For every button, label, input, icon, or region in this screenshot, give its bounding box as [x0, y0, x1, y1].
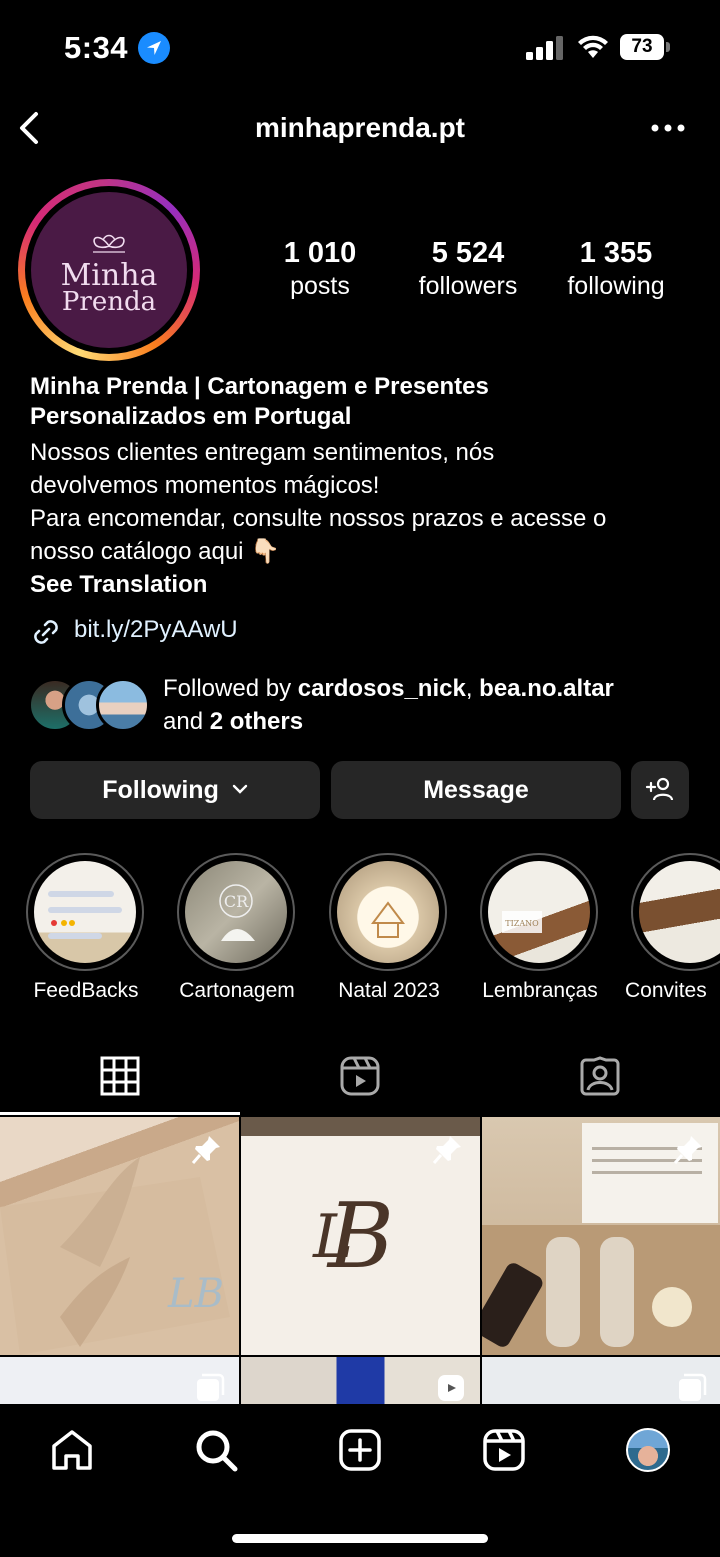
post-thumbnail[interactable]: LB — [0, 1117, 239, 1355]
see-translation-link[interactable]: See Translation — [30, 568, 700, 601]
profile-tabs — [0, 1040, 720, 1116]
highlight-label: FeedBacks — [33, 979, 139, 1002]
more-horizontal-icon[interactable] — [650, 120, 686, 136]
following-button[interactable]: Following — [30, 761, 320, 819]
brand-logo: Minha Prenda — [31, 192, 187, 348]
tab-tagged[interactable] — [480, 1040, 720, 1116]
avatar — [96, 678, 150, 732]
wifi-icon — [578, 35, 608, 58]
posts-label: posts — [290, 272, 350, 300]
post-thumbnail[interactable] — [482, 1117, 720, 1355]
chevron-down-icon — [232, 785, 247, 795]
grid-icon — [100, 1056, 140, 1096]
pin-icon — [673, 1136, 702, 1164]
pin-icon — [191, 1136, 220, 1164]
battery-level: 73 — [620, 34, 664, 60]
followers-count: 5 524 — [431, 237, 505, 269]
followers-label: followers — [418, 272, 518, 300]
stat-followers[interactable]: 5 524 followers — [388, 236, 548, 302]
post-thumbnail[interactable] — [482, 1357, 720, 1407]
active-tab-indicator — [0, 1112, 240, 1115]
tab-reels[interactable] — [240, 1040, 480, 1116]
profile-tab-avatar[interactable] — [626, 1428, 670, 1472]
carousel-icon — [197, 1373, 225, 1401]
plus-square-icon[interactable] — [336, 1426, 384, 1474]
home-indicator — [232, 1534, 488, 1543]
highlight-label: Cartonagem — [179, 979, 295, 1002]
reels-icon[interactable] — [480, 1426, 528, 1474]
following-count: 1 355 — [579, 237, 653, 269]
add-user-icon — [645, 777, 674, 801]
mutual-followers-avatars[interactable] — [28, 676, 152, 734]
search-icon[interactable] — [192, 1426, 240, 1474]
pin-icon — [432, 1136, 461, 1164]
highlight-cover: CR — [185, 861, 287, 963]
posts-count: 1 010 — [283, 237, 357, 269]
profile-avatar[interactable]: Minha Prenda — [18, 179, 200, 361]
logo-word-minha: Minha — [60, 258, 158, 293]
tagged-icon — [580, 1056, 620, 1096]
highlight-label: Lembranças — [482, 979, 598, 1002]
post-thumbnail[interactable]: B L — [241, 1117, 480, 1355]
highlight-cover — [337, 861, 439, 963]
profile-bio: Minha Prenda | Cartonagem e Presentes Pe… — [30, 372, 700, 601]
posts-grid: LB B L — [0, 1117, 720, 1407]
status-bar: 5:34 73 — [0, 0, 720, 96]
carousel-icon — [679, 1373, 707, 1401]
cellular-signal-icon — [526, 36, 563, 60]
profile-header-bar: minhaprenda.pt — [0, 100, 720, 156]
logo-word-prenda: Prenda — [61, 287, 157, 317]
tab-posts-grid[interactable] — [0, 1040, 240, 1116]
post-thumbnail[interactable] — [241, 1357, 480, 1407]
home-icon[interactable] — [48, 1426, 96, 1474]
reels-icon — [340, 1056, 380, 1096]
highlight-label: Natal 2023 — [338, 979, 440, 1002]
svg-text:LB: LB — [167, 1271, 224, 1317]
following-label: following — [567, 272, 665, 300]
suggest-users-button[interactable] — [631, 761, 689, 819]
battery-icon: 73 — [620, 34, 670, 60]
profile-username: minhaprenda.pt — [254, 112, 465, 143]
message-button[interactable]: Message — [331, 761, 621, 819]
link-icon — [34, 620, 58, 644]
followed-by-text[interactable]: Followed by cardosos_nick, bea.no.altar … — [163, 672, 703, 738]
profile-display-name: Minha Prenda | Cartonagem e Presentes Pe… — [30, 373, 489, 430]
highlight-cover — [34, 861, 136, 963]
highlight-cover: TIZANO — [488, 861, 590, 963]
stat-posts[interactable]: 1 010 posts — [240, 236, 400, 302]
svg-text:CR: CR — [224, 892, 249, 911]
svg-text:TIZANO: TIZANO — [505, 919, 539, 928]
svg-text:L: L — [312, 1202, 353, 1272]
reels-icon — [438, 1375, 464, 1401]
location-arrow-icon — [138, 32, 170, 64]
status-time: 5:34 — [64, 30, 129, 65]
bio-link-text[interactable]: bit.ly/2PyAAwU — [74, 616, 238, 644]
post-thumbnail[interactable] — [0, 1357, 239, 1407]
stat-following[interactable]: 1 355 following — [536, 236, 696, 302]
highlight-label: Convites — [625, 979, 707, 1002]
bio-text: Nossos clientes entregam sentimentos, nó… — [30, 439, 607, 565]
